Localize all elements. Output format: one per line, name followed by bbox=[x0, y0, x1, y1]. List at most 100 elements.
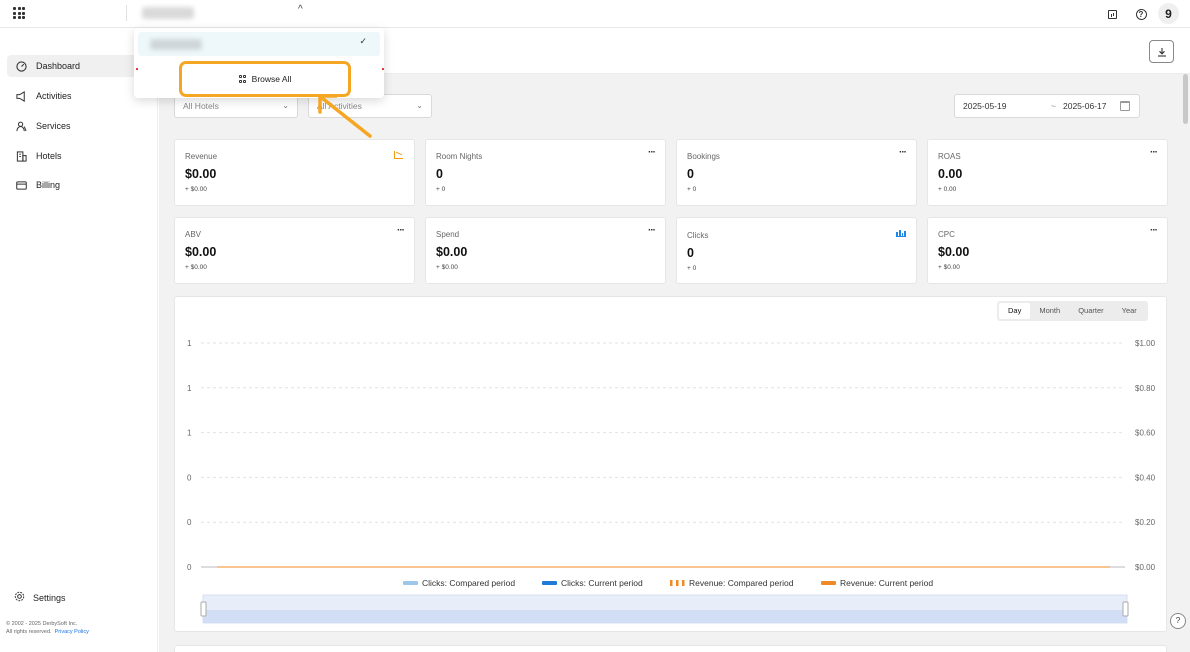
kpi-delta: + $0.00 bbox=[185, 186, 207, 193]
range-slider-handle-left bbox=[200, 601, 207, 617]
scrollbar[interactable] bbox=[1183, 74, 1188, 124]
y-right-tick-label: $0.00 bbox=[1135, 563, 1156, 572]
kpi-value: $0.00 bbox=[185, 245, 217, 259]
more-icon[interactable]: ··· bbox=[648, 147, 656, 158]
billing-icon bbox=[15, 179, 27, 191]
copyright-footer: © 2002 - 2025 DerbySoft Inc. All rights … bbox=[6, 620, 89, 636]
kpi-delta: + $0.00 bbox=[185, 264, 207, 271]
sidebar-item-label: Activities bbox=[36, 91, 72, 101]
kpi-value: $0.00 bbox=[436, 245, 468, 259]
sidebar-item-label: Dashboard bbox=[36, 61, 81, 71]
y-right-tick-label: $0.60 bbox=[1135, 429, 1156, 438]
kpi-label: Spend bbox=[436, 230, 460, 239]
legend-label: Clicks: Current period bbox=[561, 578, 643, 588]
privacy-policy-link[interactable]: Privacy Policy bbox=[55, 629, 89, 635]
kpi-label: Room Nights bbox=[436, 152, 483, 161]
more-icon[interactable]: ··· bbox=[648, 225, 656, 236]
range-slider-fill bbox=[203, 610, 1127, 623]
sidebar-item-services[interactable]: Services bbox=[7, 115, 138, 137]
legend-swatch bbox=[670, 580, 673, 586]
kpi-card-spend: Spend ··· $0.00 + $0.00 bbox=[425, 217, 666, 284]
y-right-tick-label: $0.80 bbox=[1135, 384, 1156, 393]
download-button[interactable] bbox=[1149, 40, 1174, 63]
date-start[interactable]: 2025-05-19 bbox=[963, 101, 1006, 111]
legend-swatch bbox=[821, 581, 836, 585]
red-mark bbox=[136, 68, 138, 70]
help-icon[interactable]: ? bbox=[1131, 4, 1151, 24]
trend-chart-panel: Day Month Quarter Year 1 $1.00 1 $0.80 1 $0.6… bbox=[174, 296, 1167, 632]
more-icon[interactable]: ··· bbox=[899, 147, 907, 158]
building-icon bbox=[15, 150, 27, 162]
y-right-tick-label: $0.40 bbox=[1135, 473, 1156, 482]
services-icon bbox=[15, 120, 27, 132]
chevron-up-icon[interactable]: ^ bbox=[298, 4, 303, 15]
line-chart-icon[interactable] bbox=[394, 151, 403, 159]
sidebar-item-dashboard[interactable]: Dashboard bbox=[7, 55, 138, 77]
kpi-delta: + 0 bbox=[687, 265, 697, 272]
y-left-tick-label: 0 bbox=[187, 563, 192, 572]
report-icon[interactable] bbox=[1102, 4, 1122, 24]
legend-swatch bbox=[403, 581, 418, 585]
sidebar: Dashboard Activities Services Hotels Bil… bbox=[0, 29, 158, 652]
legend-label: Clicks: Compared period bbox=[422, 578, 515, 588]
apps-grid-icon[interactable] bbox=[13, 7, 25, 19]
date-range-picker[interactable]: 2025-05-19 ~ 2025-06-17 bbox=[954, 94, 1140, 118]
browse-all-label: Browse All bbox=[251, 74, 292, 84]
calendar-icon[interactable] bbox=[1120, 101, 1130, 111]
bar-chart-icon[interactable] bbox=[896, 230, 906, 237]
dropdown-option-selected[interactable]: ✓ bbox=[138, 32, 380, 56]
kpi-delta: + 0 bbox=[436, 186, 446, 193]
settings-label: Settings bbox=[33, 593, 66, 603]
kpi-value: 0.00 bbox=[938, 167, 963, 181]
sidebar-item-label: Hotels bbox=[36, 151, 62, 161]
legend-swatch bbox=[542, 581, 557, 585]
kpi-value: 0 bbox=[687, 246, 694, 260]
account-name-redacted[interactable] bbox=[142, 7, 194, 19]
trend-chart: 1 $1.00 1 $0.80 1 $0.60 0 $0.40 0 $0.20 0 $0.00 Clic… bbox=[187, 339, 1156, 624]
kpi-delta: + $0.00 bbox=[436, 264, 458, 271]
sidebar-item-settings[interactable]: Settings bbox=[14, 591, 66, 605]
more-icon[interactable]: ··· bbox=[1150, 147, 1158, 158]
more-icon[interactable]: ··· bbox=[1150, 225, 1158, 236]
kpi-label: Clicks bbox=[687, 231, 709, 240]
kpi-delta: + 0 bbox=[687, 186, 697, 193]
rights-text: All rights reserved. bbox=[6, 629, 52, 635]
sidebar-item-activities[interactable]: Activities bbox=[7, 85, 138, 107]
sidebar-item-billing[interactable]: Billing bbox=[7, 174, 138, 196]
kpi-card-clicks: Clicks 0 + 0 bbox=[676, 217, 917, 284]
more-icon[interactable]: ··· bbox=[397, 225, 405, 236]
kpi-card-room-nights: Room Nights ··· 0 + 0 bbox=[425, 139, 666, 206]
date-separator: ~ bbox=[1051, 101, 1056, 111]
y-left-tick-label: 1 bbox=[187, 429, 192, 438]
help-icon[interactable]: ? bbox=[1170, 613, 1186, 629]
date-end[interactable]: 2025-06-17 bbox=[1063, 101, 1106, 111]
account-name-redacted bbox=[150, 39, 202, 50]
check-icon: ✓ bbox=[359, 36, 367, 46]
kpi-label: CPC bbox=[938, 230, 955, 239]
hotels-filter-value: All Hotels bbox=[183, 101, 219, 111]
kpi-delta: + $0.00 bbox=[938, 264, 960, 271]
legend-label: Revenue: Current period bbox=[840, 578, 933, 588]
y-right-tick-label: $1.00 bbox=[1135, 339, 1156, 348]
y-left-tick-label: 1 bbox=[187, 339, 192, 348]
kpi-value: 0 bbox=[436, 167, 443, 181]
user-avatar[interactable]: 9 bbox=[1158, 3, 1179, 24]
sidebar-item-label: Billing bbox=[36, 180, 61, 190]
dashboard-icon bbox=[15, 60, 27, 72]
annotation-arrow bbox=[318, 94, 372, 138]
kpi-label: ROAS bbox=[938, 152, 961, 161]
y-left-tick-label: 0 bbox=[187, 473, 192, 482]
red-mark bbox=[382, 68, 384, 70]
kpi-card-roas: ROAS ··· 0.00 + 0.00 bbox=[927, 139, 1168, 206]
top-divider bbox=[126, 5, 127, 21]
gear-icon bbox=[14, 591, 25, 605]
kpi-card-revenue: Revenue $0.00 + $0.00 bbox=[174, 139, 415, 206]
kpi-delta: + 0.00 bbox=[938, 186, 957, 193]
browse-grid-icon bbox=[238, 75, 247, 83]
range-slider-handle-right bbox=[1122, 601, 1129, 617]
sidebar-item-hotels[interactable]: Hotels bbox=[7, 145, 138, 167]
kpi-card-abv: ABV ··· $0.00 + $0.00 bbox=[174, 217, 415, 284]
kpi-value: $0.00 bbox=[938, 245, 970, 259]
legend-swatch bbox=[676, 580, 679, 586]
chevron-down-icon: ⌄ bbox=[416, 101, 423, 110]
